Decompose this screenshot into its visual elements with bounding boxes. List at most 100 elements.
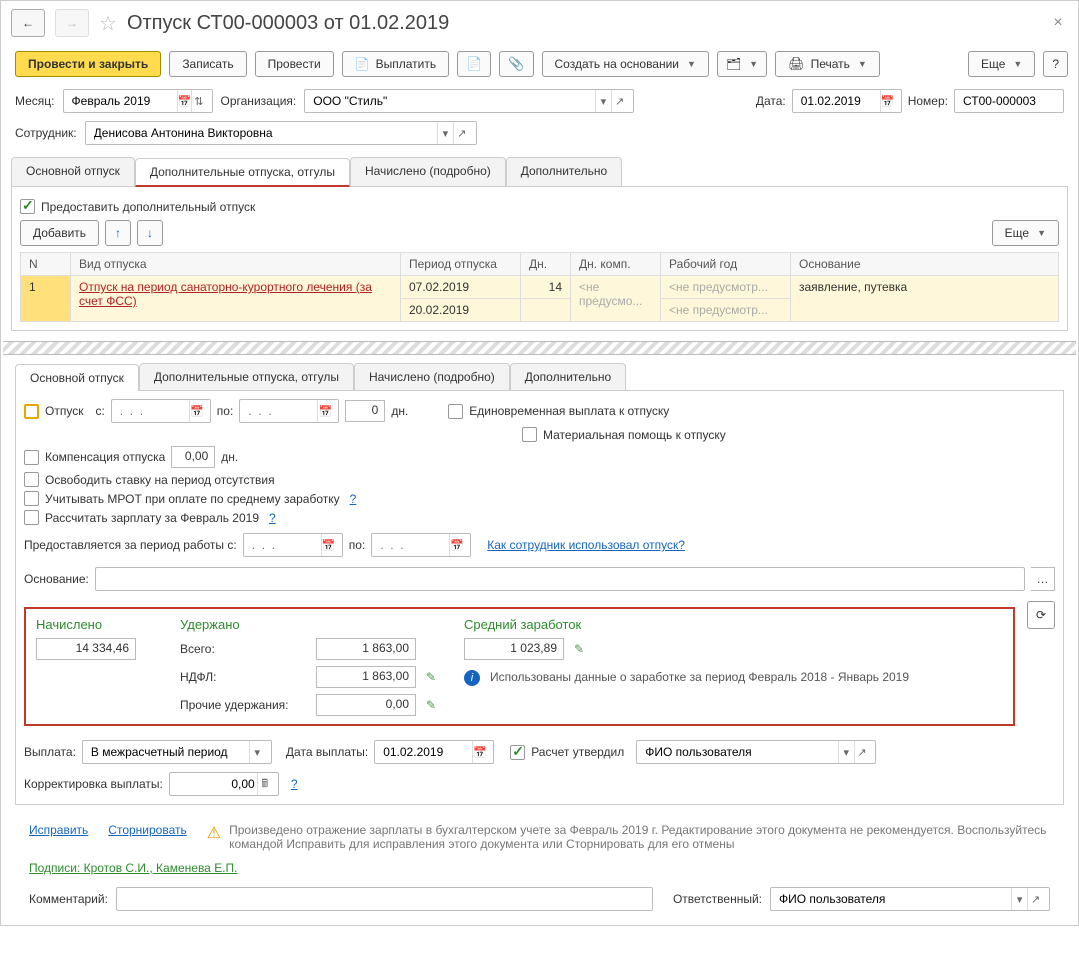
sheet-icon	[466, 56, 482, 72]
save-button[interactable]: Записать	[169, 51, 246, 77]
vac-from-field[interactable]	[118, 400, 189, 422]
calendar-icon[interactable]: 📅	[449, 534, 464, 556]
chevron-down-icon: ▼	[858, 59, 867, 69]
month-label: Месяц:	[15, 94, 55, 108]
chevron-down-icon[interactable]: ▾	[437, 122, 454, 144]
how-used-link[interactable]: Как сотрудник использовал отпуск?	[487, 538, 685, 552]
add-row-button[interactable]: Добавить	[20, 220, 99, 246]
open-ref-icon[interactable]: ↗	[1027, 888, 1043, 910]
structure-button[interactable]: ▼	[717, 51, 767, 77]
cell-wy1: <не предусмотр...	[661, 276, 791, 299]
tab-accrued[interactable]: Начислено (подробно)	[350, 157, 506, 186]
col-workyear: Рабочий год	[661, 253, 791, 276]
more-button[interactable]: Еще ▼	[968, 51, 1035, 77]
tab-extra[interactable]: Дополнительно	[506, 157, 622, 186]
ndfl-value: 1 863,00	[316, 666, 416, 688]
tab2-accrued[interactable]: Начислено (подробно)	[354, 363, 510, 390]
pay-button[interactable]: Выплатить	[342, 51, 449, 77]
nav-fwd-button[interactable]: →	[55, 9, 89, 37]
nav-back-button[interactable]: ←	[11, 9, 45, 37]
close-icon[interactable]: ×	[1048, 14, 1068, 32]
month-field[interactable]	[70, 90, 177, 112]
compensation-checkbox[interactable]	[24, 450, 39, 465]
mrot-checkbox[interactable]	[24, 491, 39, 506]
tab-additional[interactable]: Дополнительные отпуска, отгулы	[135, 158, 350, 187]
comment-field[interactable]	[123, 888, 646, 910]
fix-link[interactable]: Исправить	[29, 823, 88, 837]
date-field[interactable]	[799, 90, 880, 112]
other-value: 0,00	[316, 694, 416, 716]
vacation-checkbox[interactable]	[24, 404, 39, 419]
open-ref-icon[interactable]: ↗	[453, 122, 470, 144]
period-from-field[interactable]	[250, 534, 321, 556]
material-label: Материальная помощь к отпуску	[543, 428, 726, 442]
col-days: Дн.	[521, 253, 571, 276]
post-and-close-button[interactable]: Провести и закрыть	[15, 51, 161, 77]
stepper-icon[interactable]: ⇅	[191, 90, 205, 112]
calendar-icon[interactable]: 📅	[189, 400, 204, 422]
move-down-button[interactable]: ↓	[137, 220, 163, 246]
approved-checkbox[interactable]	[510, 745, 525, 760]
calendar-icon[interactable]: 📅	[177, 90, 192, 112]
open-ref-icon[interactable]: ↗	[611, 90, 627, 112]
tab2-extra[interactable]: Дополнительно	[510, 363, 626, 390]
chevron-down-icon[interactable]: ▾	[595, 90, 611, 112]
tab2-main[interactable]: Основной отпуск	[15, 364, 139, 391]
refresh-button[interactable]: ⟳	[1027, 601, 1055, 629]
org-field[interactable]	[311, 90, 595, 112]
payment-date-field[interactable]	[381, 741, 472, 763]
star-icon[interactable]: ☆	[99, 11, 117, 36]
tab-main-vacation[interactable]: Основной отпуск	[11, 157, 135, 186]
signatures-link[interactable]: Подписи: Кротов С.И., Каменева Е.П.	[29, 861, 238, 875]
org-label: Организация:	[221, 94, 297, 108]
chevron-down-icon: ▼	[749, 59, 758, 69]
chevron-down-icon[interactable]: ▾	[838, 741, 854, 763]
calendar-icon[interactable]: 📅	[880, 90, 895, 112]
basis-field[interactable]	[102, 568, 1018, 590]
employee-field[interactable]	[92, 122, 437, 144]
number-field[interactable]	[961, 90, 1057, 112]
move-up-button[interactable]: ↑	[105, 220, 131, 246]
help-link[interactable]: ?	[269, 511, 276, 525]
correction-field[interactable]	[176, 773, 257, 795]
attach-button[interactable]	[499, 51, 533, 77]
print-button[interactable]: Печать ▼	[775, 51, 880, 77]
pencil-icon[interactable]: ✎	[426, 698, 436, 712]
chevron-down-icon[interactable]: ▾	[249, 741, 265, 763]
calendar-icon[interactable]: 📅	[321, 534, 336, 556]
help-link[interactable]: ?	[291, 777, 298, 791]
payment-mode-field[interactable]	[89, 741, 249, 763]
responsible-field[interactable]	[777, 888, 1011, 910]
help-link[interactable]: ?	[350, 492, 357, 506]
cell-period-from: 07.02.2019	[401, 276, 521, 299]
additional-vacations-table: N Вид отпуска Период отпуска Дн. Дн. ком…	[20, 252, 1059, 322]
table-row[interactable]: 1 Отпуск на период санаторно-курортного …	[21, 276, 1059, 299]
vac-to-field[interactable]	[246, 400, 317, 422]
free-rate-checkbox[interactable]	[24, 472, 39, 487]
calc-month-checkbox[interactable]	[24, 510, 39, 525]
pencil-icon[interactable]: ✎	[574, 642, 584, 656]
grant-additional-checkbox[interactable]	[20, 199, 35, 214]
chevron-down-icon[interactable]: ▾	[1011, 888, 1027, 910]
calc-icon[interactable]: 🖩	[257, 773, 272, 795]
storno-link[interactable]: Сторнировать	[108, 823, 186, 837]
material-checkbox[interactable]	[522, 427, 537, 442]
compensation-label: Компенсация отпуска	[45, 450, 165, 464]
ellipsis-button[interactable]: …	[1031, 567, 1055, 591]
open-ref-icon[interactable]: ↗	[854, 741, 870, 763]
pencil-icon[interactable]: ✎	[426, 670, 436, 684]
table-more-button[interactable]: Еще ▼	[992, 220, 1059, 246]
avg-value: 1 023,89	[464, 638, 564, 660]
calendar-icon[interactable]: 📅	[472, 741, 487, 763]
create-based-button[interactable]: Создать на основании ▼	[542, 51, 709, 77]
onetime-checkbox[interactable]	[448, 404, 463, 419]
help-button[interactable]: ?	[1043, 51, 1068, 77]
post-button[interactable]: Провести	[255, 51, 334, 77]
tab2-additional[interactable]: Дополнительные отпуска, отгулы	[139, 363, 354, 390]
approver-field[interactable]	[643, 741, 838, 763]
calendar-icon[interactable]: 📅	[317, 400, 332, 422]
period-to-field[interactable]	[378, 534, 449, 556]
sheet-button[interactable]	[457, 51, 491, 77]
col-days-comp: Дн. комп.	[571, 253, 661, 276]
cell-vacation-type[interactable]: Отпуск на период санаторно-курортного ле…	[79, 280, 372, 308]
